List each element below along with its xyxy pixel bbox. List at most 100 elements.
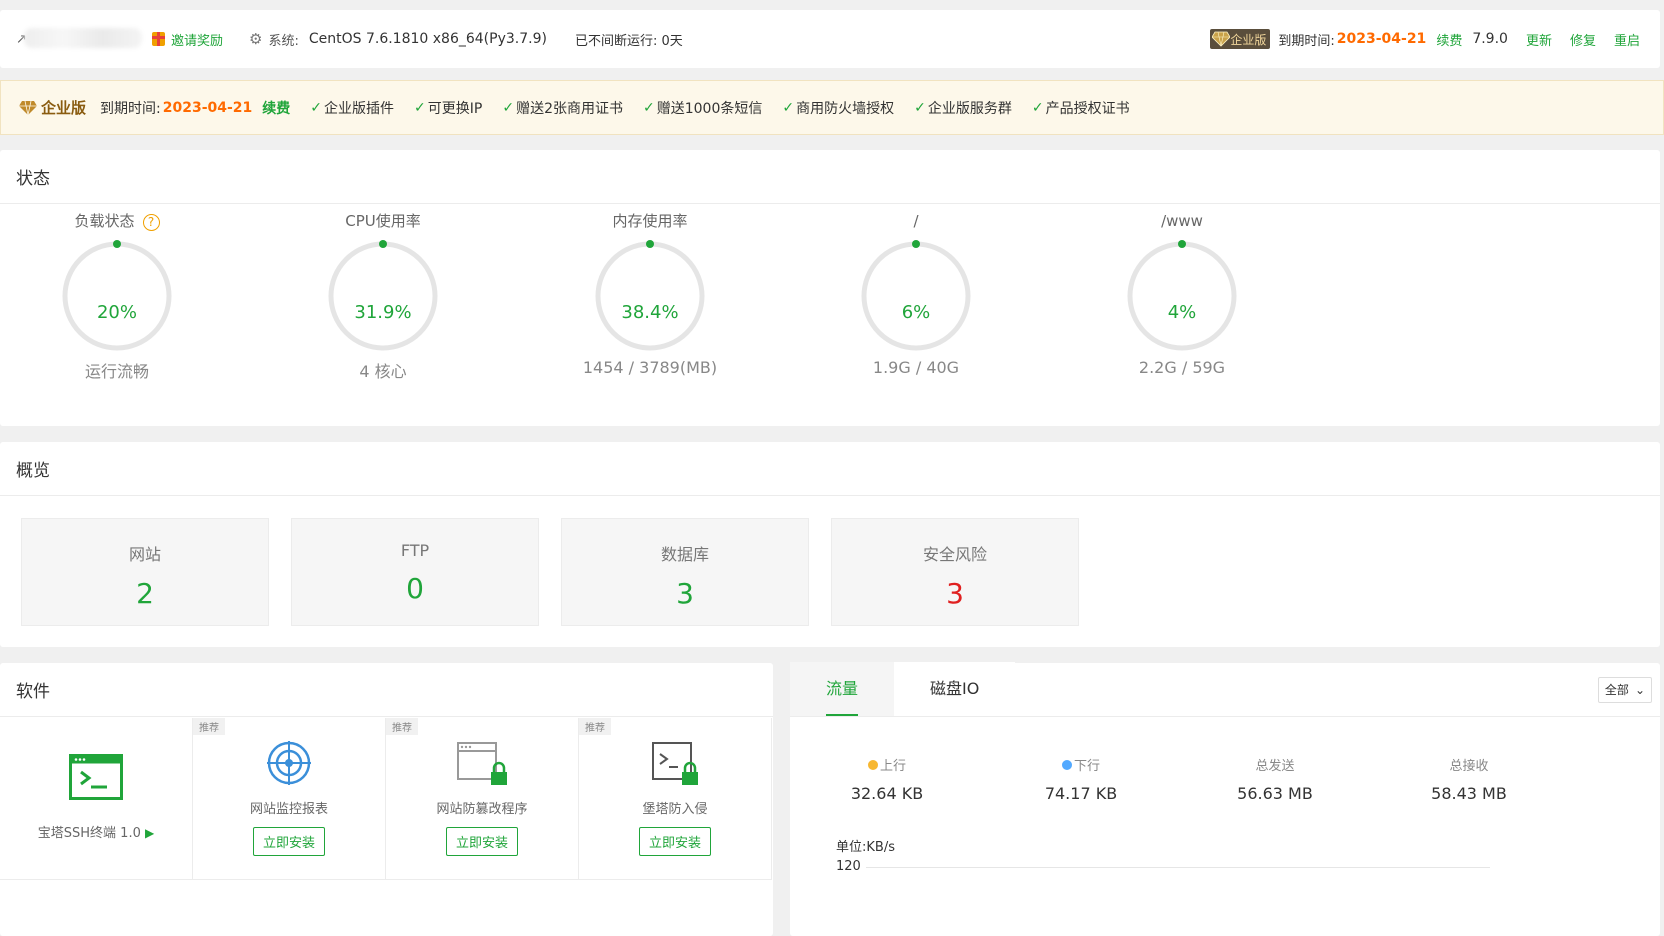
gauge-title: CPU使用率 — [273, 210, 493, 232]
enterprise-renew-link[interactable]: 续费 — [262, 98, 290, 118]
gauge-sub: 1.9G / 40G — [806, 358, 1026, 377]
gauge-sub: 4 核心 — [273, 358, 493, 382]
install-button[interactable]: 立即安装 — [446, 827, 518, 856]
version-text: 7.9.0 — [1472, 31, 1508, 47]
overview-card-label: 数据库 — [562, 541, 808, 565]
expire-label: 到期时间: — [1278, 30, 1334, 49]
update-link[interactable]: 更新 — [1526, 30, 1552, 49]
gauge-track — [598, 244, 702, 348]
overview-panel: 概览 网站 2 FTP 0 数据库 3 安全风险 3 — [0, 442, 1660, 647]
gauge-title: 内存使用率 — [540, 210, 760, 232]
feature-item: ✓赠送2张商用证书 — [502, 98, 623, 118]
feature-label: 赠送1000条短信 — [657, 98, 763, 118]
diamond-icon — [19, 100, 37, 116]
feature-item: ✓赠送1000条短信 — [643, 98, 762, 118]
overview-card-sites[interactable]: 网站 2 — [21, 518, 269, 626]
gauge-memory[interactable]: 内存使用率 38.4% 1454 / 3789(MB) — [540, 210, 760, 377]
terminal-lock-icon — [652, 742, 698, 786]
check-icon: ✓ — [643, 100, 655, 116]
restart-link[interactable]: 重启 — [1614, 30, 1640, 49]
software-panel: 软件 宝塔SSH终端 1.0 ▶ 推荐 网站监控报表 立即安装 推 — [0, 663, 773, 936]
gauge-disk-root[interactable]: / 6% 1.9G / 40G — [806, 210, 1026, 377]
chart-unit-label: 单位:KB/s — [836, 836, 895, 855]
software-item-tamper[interactable]: 推荐 网站防篡改程序 立即安装 — [386, 718, 579, 880]
enterprise-title: 企业版 — [19, 97, 86, 118]
gauge-sub: 1454 / 3789(MB) — [540, 358, 760, 377]
system-value: CentOS 7.6.1810 x86_64(Py3.7.9) — [309, 31, 547, 47]
overview-card-ftp[interactable]: FTP 0 — [291, 518, 539, 626]
gauge-ring — [858, 238, 974, 354]
software-name-text: 宝塔SSH终端 1.0 — [38, 826, 141, 841]
overview-card-label: 安全风险 — [832, 541, 1078, 565]
repair-link[interactable]: 修复 — [1570, 30, 1596, 49]
enterprise-expire-label: 到期时间: — [100, 98, 161, 118]
software-name: 堡塔防入侵 — [579, 798, 771, 817]
software-name: 网站监控报表 — [193, 798, 385, 817]
system-label: 系统: — [268, 30, 298, 49]
feature-item: ✓企业版插件 — [310, 98, 394, 118]
feature-label: 可更换IP — [428, 98, 483, 118]
gauge-track — [65, 244, 169, 348]
gauge-load[interactable]: 负载状态? 20% 运行流畅 — [7, 210, 227, 382]
gauge-indicator — [1178, 240, 1186, 248]
interface-select[interactable]: 全部 ⌄ — [1598, 677, 1652, 703]
overview-card-value: 2 — [22, 577, 268, 610]
install-button[interactable]: 立即安装 — [639, 827, 711, 856]
gauge-cpu[interactable]: CPU使用率 31.9% 4 核心 — [273, 210, 493, 382]
stat-label: 总发送 — [1178, 755, 1372, 774]
status-title: 状态 — [0, 150, 1660, 204]
expire-date: 2023-04-21 — [1337, 31, 1427, 47]
software-name: 宝塔SSH终端 1.0 ▶ — [0, 822, 192, 841]
help-icon[interactable]: ? — [143, 214, 160, 231]
gauge-value: 31.9% — [273, 302, 493, 323]
check-icon: ✓ — [782, 100, 794, 116]
traffic-tabs: 流量 磁盘IO — [790, 663, 1660, 717]
gauge-track — [331, 244, 435, 348]
check-icon: ✓ — [310, 100, 322, 116]
tab-disk-io[interactable]: 磁盘IO — [894, 662, 1015, 716]
check-icon: ✓ — [502, 100, 514, 116]
software-name: 网站防篡改程序 — [386, 798, 578, 817]
gauge-indicator — [113, 240, 121, 248]
overview-card-value: 0 — [292, 572, 538, 605]
tab-traffic[interactable]: 流量 — [790, 662, 894, 716]
diamond-icon — [1212, 31, 1230, 47]
stat-total-sent: 总发送 56.63 MB — [1178, 755, 1372, 803]
host-name-blurred — [24, 28, 142, 48]
feature-label: 商用防火墙授权 — [796, 98, 894, 118]
gauge-sub: 运行流畅 — [7, 358, 227, 382]
renew-link[interactable]: 续费 — [1436, 30, 1462, 49]
play-icon[interactable]: ▶ — [145, 826, 154, 840]
recommend-tag: 推荐 — [386, 718, 418, 735]
software-item-intrusion[interactable]: 推荐 堡塔防入侵 立即安装 — [579, 718, 772, 880]
host-name: ↗ — [16, 32, 136, 47]
interface-select-value: 全部 — [1605, 678, 1629, 702]
stat-value: 56.63 MB — [1178, 784, 1372, 803]
gear-icon: ⚙ — [249, 30, 262, 48]
stat-value: 74.17 KB — [984, 784, 1178, 803]
feature-item: ✓可更换IP — [414, 98, 482, 118]
feature-label: 企业版服务群 — [928, 98, 1012, 118]
install-button[interactable]: 立即安装 — [253, 827, 325, 856]
overview-card-label: FTP — [292, 541, 538, 560]
gauge-disk-www[interactable]: /www 4% 2.2G / 59G — [1072, 210, 1292, 377]
gauge-value: 20% — [7, 302, 227, 323]
gauge-title-text: 负载状态 — [74, 212, 134, 230]
overview-card-label: 网站 — [22, 541, 268, 565]
overview-card-security[interactable]: 安全风险 3 — [831, 518, 1079, 626]
topbar-right: 企业版 到期时间: 2023-04-21 续费 7.9.0 更新 修复 重启 — [1210, 29, 1640, 49]
gauge-value: 4% — [1072, 302, 1292, 323]
recommend-tag: 推荐 — [193, 718, 225, 735]
stat-label: 上行 — [790, 755, 984, 774]
feature-item: ✓产品授权证书 — [1032, 98, 1130, 118]
stat-label: 下行 — [984, 755, 1178, 774]
software-item-ssh[interactable]: 宝塔SSH终端 1.0 ▶ — [0, 718, 193, 880]
overview-title: 概览 — [0, 442, 1660, 496]
stat-label-text: 上行 — [880, 755, 906, 774]
traffic-panel: 流量 磁盘IO 全部 ⌄ 上行 32.64 KB 下行 74.17 KB 总发送… — [790, 663, 1660, 936]
gauge-ring — [592, 238, 708, 354]
overview-card-database[interactable]: 数据库 3 — [561, 518, 809, 626]
top-bar: ↗ 邀请奖励 ⚙ 系统: CentOS 7.6.1810 x86_64(Py3.… — [0, 10, 1660, 68]
invite-reward-link[interactable]: 邀请奖励 — [171, 30, 223, 49]
software-item-monitor[interactable]: 推荐 网站监控报表 立即安装 — [193, 718, 386, 880]
